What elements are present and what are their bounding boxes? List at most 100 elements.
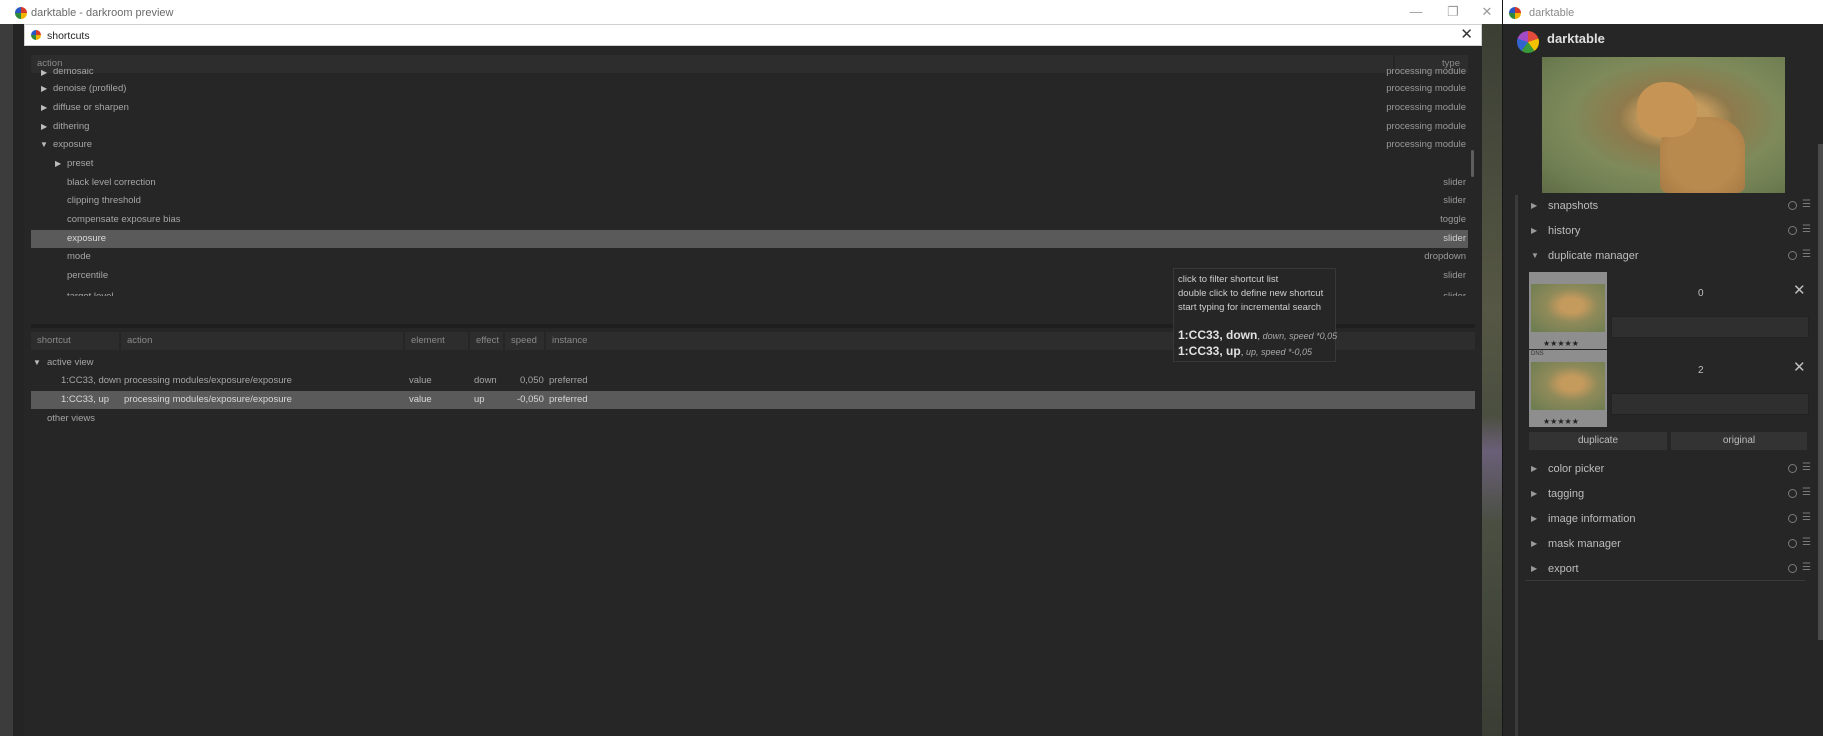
tree-row[interactable]: ▶ preset [31,155,1468,173]
other-views-group[interactable]: other views [31,410,1475,428]
duplicate-label-field[interactable] [1611,393,1809,415]
duplicate-label-field[interactable] [1611,316,1809,338]
expander-collapsed-icon[interactable]: ▶ [41,68,47,78]
duplicate-thumbnail[interactable]: ★★★★★ [1529,272,1607,349]
module-export[interactable]: ▶ export ☰ [1525,559,1811,579]
presets-menu-icon[interactable]: ☰ [1802,462,1811,474]
tree-row[interactable]: ▶ demosaic processing module [31,68,1468,78]
tree-row-type: dropdown [1424,251,1466,262]
window-title: darktable - darkroom preview [31,7,174,19]
expander-expanded-icon[interactable]: ▼ [33,354,41,372]
group-label: other views [47,413,96,424]
module-history[interactable]: ▶ history ☰ [1525,221,1811,241]
window-titlebar[interactable]: darktable [1503,0,1823,24]
module-label: image information [1548,513,1636,525]
close-icon[interactable]: ✕ [1460,27,1473,43]
star-rating[interactable]: ★★★★★ [1543,417,1579,426]
presets-menu-icon[interactable]: ☰ [1802,512,1811,524]
binding-row[interactable]: 1:CC33, down processing modules/exposure… [31,372,1475,390]
binding-element: value [409,375,432,386]
group-label: active view [47,357,94,368]
reset-icon[interactable] [1788,251,1797,260]
expander-collapsed-icon[interactable]: ▶ [41,80,47,98]
tree-row-type: processing module [1386,139,1466,150]
tree-row-selected[interactable]: exposure slider [31,230,1468,248]
presets-menu-icon[interactable]: ☰ [1802,537,1811,549]
tree-scrollbar[interactable] [1471,150,1474,177]
restore-icon[interactable]: ❐ [1444,4,1462,20]
expander-collapsed-icon[interactable]: ▶ [55,155,61,173]
binding-row-selected[interactable]: 1:CC33, up processing modules/exposure/e… [31,391,1475,409]
module-duplicate-manager[interactable]: ▼ duplicate manager ☰ [1525,246,1811,266]
reset-icon[interactable] [1788,464,1797,473]
tree-row-label: mode [67,251,91,262]
module-snapshots[interactable]: ▶ snapshots ☰ [1525,196,1811,216]
reset-icon[interactable] [1788,226,1797,235]
module-tagging[interactable]: ▶ tagging ☰ [1525,484,1811,504]
tree-row[interactable]: ▶ denoise (profiled) processing module [31,80,1468,98]
expander-collapsed-icon[interactable]: ▶ [1531,534,1537,554]
reset-icon[interactable] [1788,201,1797,210]
presets-menu-icon[interactable]: ☰ [1802,249,1811,261]
star-rating[interactable]: ★★★★★ [1543,339,1579,348]
reset-icon[interactable] [1788,564,1797,573]
binding-speed: 0,050 [520,375,544,386]
header-effect[interactable]: effect [470,332,503,350]
image-navigation-thumbnail[interactable] [1542,57,1785,193]
tree-row-type: slider [1443,177,1466,188]
tree-row[interactable]: ▶ diffuse or sharpen processing module [31,99,1468,117]
close-icon[interactable]: ✕ [1478,4,1496,20]
window-titlebar[interactable]: darktable - darkroom preview — ❐ ✕ [0,0,1502,24]
expander-collapsed-icon[interactable]: ▶ [41,118,47,136]
tooltip-line: start typing for incremental search [1178,302,1322,313]
presets-menu-icon[interactable]: ☰ [1802,224,1811,236]
expander-expanded-icon[interactable]: ▼ [1531,246,1539,266]
tree-row[interactable]: black level correction slider [31,174,1468,192]
tree-row-type: slider [1443,195,1466,206]
minimize-icon[interactable]: — [1407,4,1425,20]
binding-action: processing modules/exposure/exposure [124,375,292,386]
duplicate-thumbnail[interactable]: DNS ★★★★★ [1529,350,1607,427]
window-scrollbar[interactable] [1818,144,1823,640]
tree-row[interactable]: ▶ dithering processing module [31,118,1468,136]
expander-collapsed-icon[interactable]: ▶ [1531,559,1537,579]
reset-icon[interactable] [1788,489,1797,498]
left-panel-edge [0,24,13,736]
expander-collapsed-icon[interactable]: ▶ [1531,509,1537,529]
module-image-information[interactable]: ▶ image information ☰ [1525,509,1811,529]
tree-row[interactable]: mode dropdown [31,248,1468,266]
panel-scrollbar-track[interactable] [1515,195,1518,736]
dialog-title: shortcuts [47,30,90,42]
remove-duplicate-icon[interactable]: ✕ [1793,358,1806,376]
duplicate-button[interactable]: duplicate [1529,432,1667,450]
tree-row-type: processing module [1386,121,1466,132]
presets-menu-icon[interactable]: ☰ [1802,562,1811,574]
presets-menu-icon[interactable]: ☰ [1802,199,1811,211]
expander-collapsed-icon[interactable]: ▶ [41,99,47,117]
expander-expanded-icon[interactable]: ▼ [40,136,48,154]
reset-icon[interactable] [1788,539,1797,548]
image-preview-edge [1482,24,1502,736]
tree-row[interactable]: ▼ exposure processing module [31,136,1468,154]
tooltip-line: double click to define new shortcut [1178,288,1324,299]
darkroom-window: darktable - darkroom preview — ❐ ✕ short… [0,0,1502,736]
expander-collapsed-icon[interactable]: ▶ [1531,484,1537,504]
presets-menu-icon[interactable]: ☰ [1802,487,1811,499]
header-shortcut[interactable]: shortcut [31,332,119,350]
expander-collapsed-icon[interactable]: ▶ [1531,221,1537,241]
header-speed[interactable]: speed [505,332,544,350]
remove-duplicate-icon[interactable]: ✕ [1793,281,1806,299]
tree-row[interactable]: clipping threshold slider [31,192,1468,210]
tree-row[interactable]: compensate exposure bias toggle [31,211,1468,229]
dialog-titlebar[interactable]: shortcuts ✕ [24,24,1482,46]
original-button[interactable]: original [1671,432,1807,450]
binding-instance: preferred [549,375,588,386]
expander-collapsed-icon[interactable]: ▶ [1531,196,1537,216]
header-element[interactable]: element [405,332,468,350]
module-mask-manager[interactable]: ▶ mask manager ☰ [1525,534,1811,554]
reset-icon[interactable] [1788,514,1797,523]
module-color-picker[interactable]: ▶ color picker ☰ [1525,459,1811,479]
module-label: tagging [1548,488,1585,500]
header-action[interactable]: action [121,332,403,350]
expander-collapsed-icon[interactable]: ▶ [1531,459,1537,479]
